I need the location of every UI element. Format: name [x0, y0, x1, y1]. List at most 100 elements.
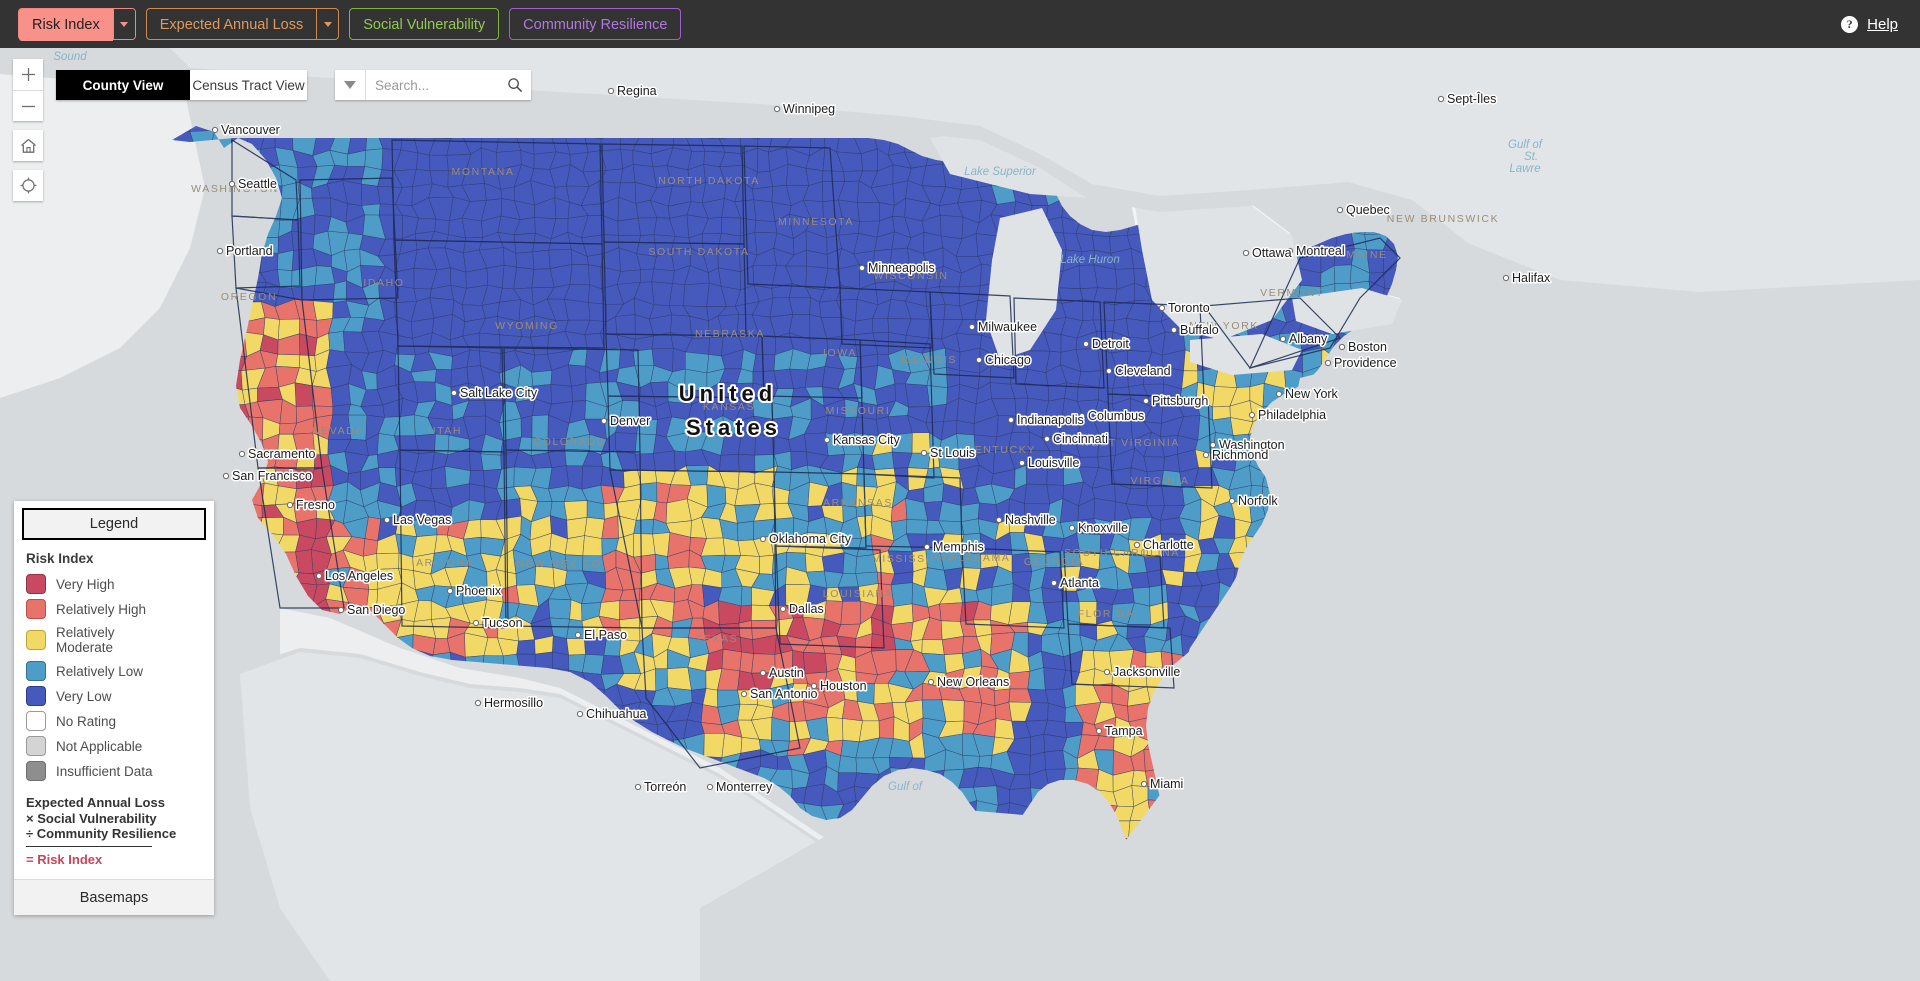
county-polygon[interactable]: [857, 203, 879, 222]
county-polygon[interactable]: [481, 454, 502, 471]
county-polygon[interactable]: [739, 605, 752, 623]
county-polygon[interactable]: [1126, 318, 1149, 338]
county-polygon[interactable]: [760, 555, 774, 574]
county-polygon[interactable]: [927, 385, 947, 406]
county-polygon[interactable]: [583, 536, 602, 556]
county-polygon[interactable]: [533, 250, 551, 269]
county-polygon[interactable]: [276, 354, 300, 367]
county-polygon[interactable]: [854, 318, 873, 334]
county-polygon[interactable]: [568, 365, 586, 387]
county-polygon[interactable]: [961, 519, 980, 535]
county-polygon[interactable]: [617, 270, 641, 285]
county-polygon[interactable]: [653, 533, 670, 557]
county-polygon[interactable]: [974, 620, 992, 637]
county-polygon[interactable]: [740, 652, 754, 673]
county-polygon[interactable]: [1094, 498, 1116, 522]
county-polygon[interactable]: [907, 520, 928, 535]
county-polygon[interactable]: [582, 654, 604, 674]
county-polygon[interactable]: [755, 220, 777, 233]
county-polygon[interactable]: [585, 517, 605, 538]
county-polygon[interactable]: [1144, 457, 1165, 472]
county-polygon[interactable]: [1028, 668, 1046, 691]
county-polygon[interactable]: [912, 433, 930, 454]
county-polygon[interactable]: [333, 404, 351, 415]
county-polygon[interactable]: [532, 371, 552, 387]
map-canvas[interactable]: WASHINGTONOREGONIDAHOMONTANAWYOMINGNEVAD…: [0, 48, 1920, 981]
county-polygon[interactable]: [549, 466, 569, 489]
county-polygon[interactable]: [857, 467, 878, 487]
county-polygon[interactable]: [770, 298, 793, 318]
county-polygon[interactable]: [771, 717, 789, 741]
county-polygon[interactable]: [564, 299, 590, 320]
county-polygon[interactable]: [602, 516, 619, 539]
county-polygon[interactable]: [843, 553, 857, 574]
search-filter-button[interactable]: [335, 70, 366, 100]
county-polygon[interactable]: [741, 586, 752, 606]
county-polygon[interactable]: [721, 217, 741, 236]
metric-group-community-resilience[interactable]: Community Resilience: [509, 8, 681, 40]
county-polygon[interactable]: [551, 384, 573, 404]
county-polygon[interactable]: [641, 483, 657, 502]
search-submit-button[interactable]: [499, 70, 531, 100]
county-polygon[interactable]: [618, 218, 641, 236]
county-polygon[interactable]: [516, 252, 534, 269]
county-polygon[interactable]: [683, 283, 709, 307]
metric-button-risk-index[interactable]: Risk Index: [19, 9, 113, 41]
county-polygon[interactable]: [922, 640, 944, 655]
county-polygon[interactable]: [1334, 265, 1351, 284]
county-polygon[interactable]: [803, 652, 827, 673]
county-polygon[interactable]: [535, 652, 552, 670]
metric-button-social-vulnerability[interactable]: Social Vulnerability: [350, 9, 498, 41]
county-polygon[interactable]: [1047, 469, 1064, 486]
county-polygon[interactable]: [313, 301, 333, 321]
county-polygon[interactable]: [891, 583, 913, 607]
county-polygon[interactable]: [1031, 734, 1045, 755]
county-polygon[interactable]: [572, 384, 587, 402]
county-polygon[interactable]: [635, 434, 656, 454]
county-polygon[interactable]: [295, 383, 312, 407]
county-polygon[interactable]: [435, 434, 449, 455]
county-polygon[interactable]: [942, 700, 964, 722]
county-polygon[interactable]: [927, 304, 946, 320]
county-polygon[interactable]: [565, 536, 584, 556]
metric-button-community-resilience[interactable]: Community Resilience: [510, 9, 680, 41]
expected-annual-loss-dropdown-button[interactable]: [316, 9, 338, 39]
county-polygon[interactable]: [908, 453, 931, 469]
basemaps-button[interactable]: Basemaps: [14, 879, 214, 915]
county-polygon[interactable]: [1129, 572, 1150, 588]
county-polygon[interactable]: [587, 501, 604, 520]
county-polygon[interactable]: [942, 636, 964, 654]
county-polygon[interactable]: [361, 184, 380, 206]
legend-item-relatively-high[interactable]: Relatively High: [26, 599, 202, 619]
metric-group-risk-index[interactable]: Risk Index: [18, 8, 136, 40]
county-polygon[interactable]: [822, 171, 844, 182]
county-polygon[interactable]: [429, 155, 448, 171]
county-polygon[interactable]: [549, 599, 572, 619]
metric-group-social-vulnerability[interactable]: Social Vulnerability: [349, 8, 499, 40]
county-polygon[interactable]: [704, 733, 725, 757]
county-polygon[interactable]: [362, 204, 381, 215]
county-polygon[interactable]: [570, 600, 582, 621]
county-polygon[interactable]: [462, 218, 483, 238]
risk-index-dropdown-button[interactable]: [113, 9, 135, 39]
county-polygon[interactable]: [312, 198, 331, 217]
county-polygon[interactable]: [1162, 485, 1185, 506]
county-polygon[interactable]: [940, 603, 963, 622]
county-polygon[interactable]: [1045, 750, 1066, 769]
risk-index-choropleth-map[interactable]: WASHINGTONOREGONIDAHOMONTANAWYOMINGNEVAD…: [0, 48, 1920, 981]
county-polygon[interactable]: [466, 268, 488, 288]
county-polygon[interactable]: [634, 534, 656, 558]
zoom-in-button[interactable]: [13, 59, 43, 90]
county-polygon[interactable]: [826, 717, 843, 742]
county-polygon[interactable]: [1009, 602, 1031, 625]
search-input[interactable]: [366, 70, 499, 100]
county-polygon[interactable]: [1093, 320, 1115, 332]
zoom-out-button[interactable]: [13, 90, 43, 121]
locate-me-button[interactable]: [13, 170, 43, 201]
county-polygon[interactable]: [1083, 300, 1094, 321]
home-extent-button[interactable]: [13, 130, 43, 161]
metric-button-expected-annual-loss[interactable]: Expected Annual Loss: [147, 9, 317, 41]
county-polygon[interactable]: [905, 384, 930, 407]
county-polygon[interactable]: [673, 348, 686, 372]
county-polygon[interactable]: [635, 454, 655, 471]
